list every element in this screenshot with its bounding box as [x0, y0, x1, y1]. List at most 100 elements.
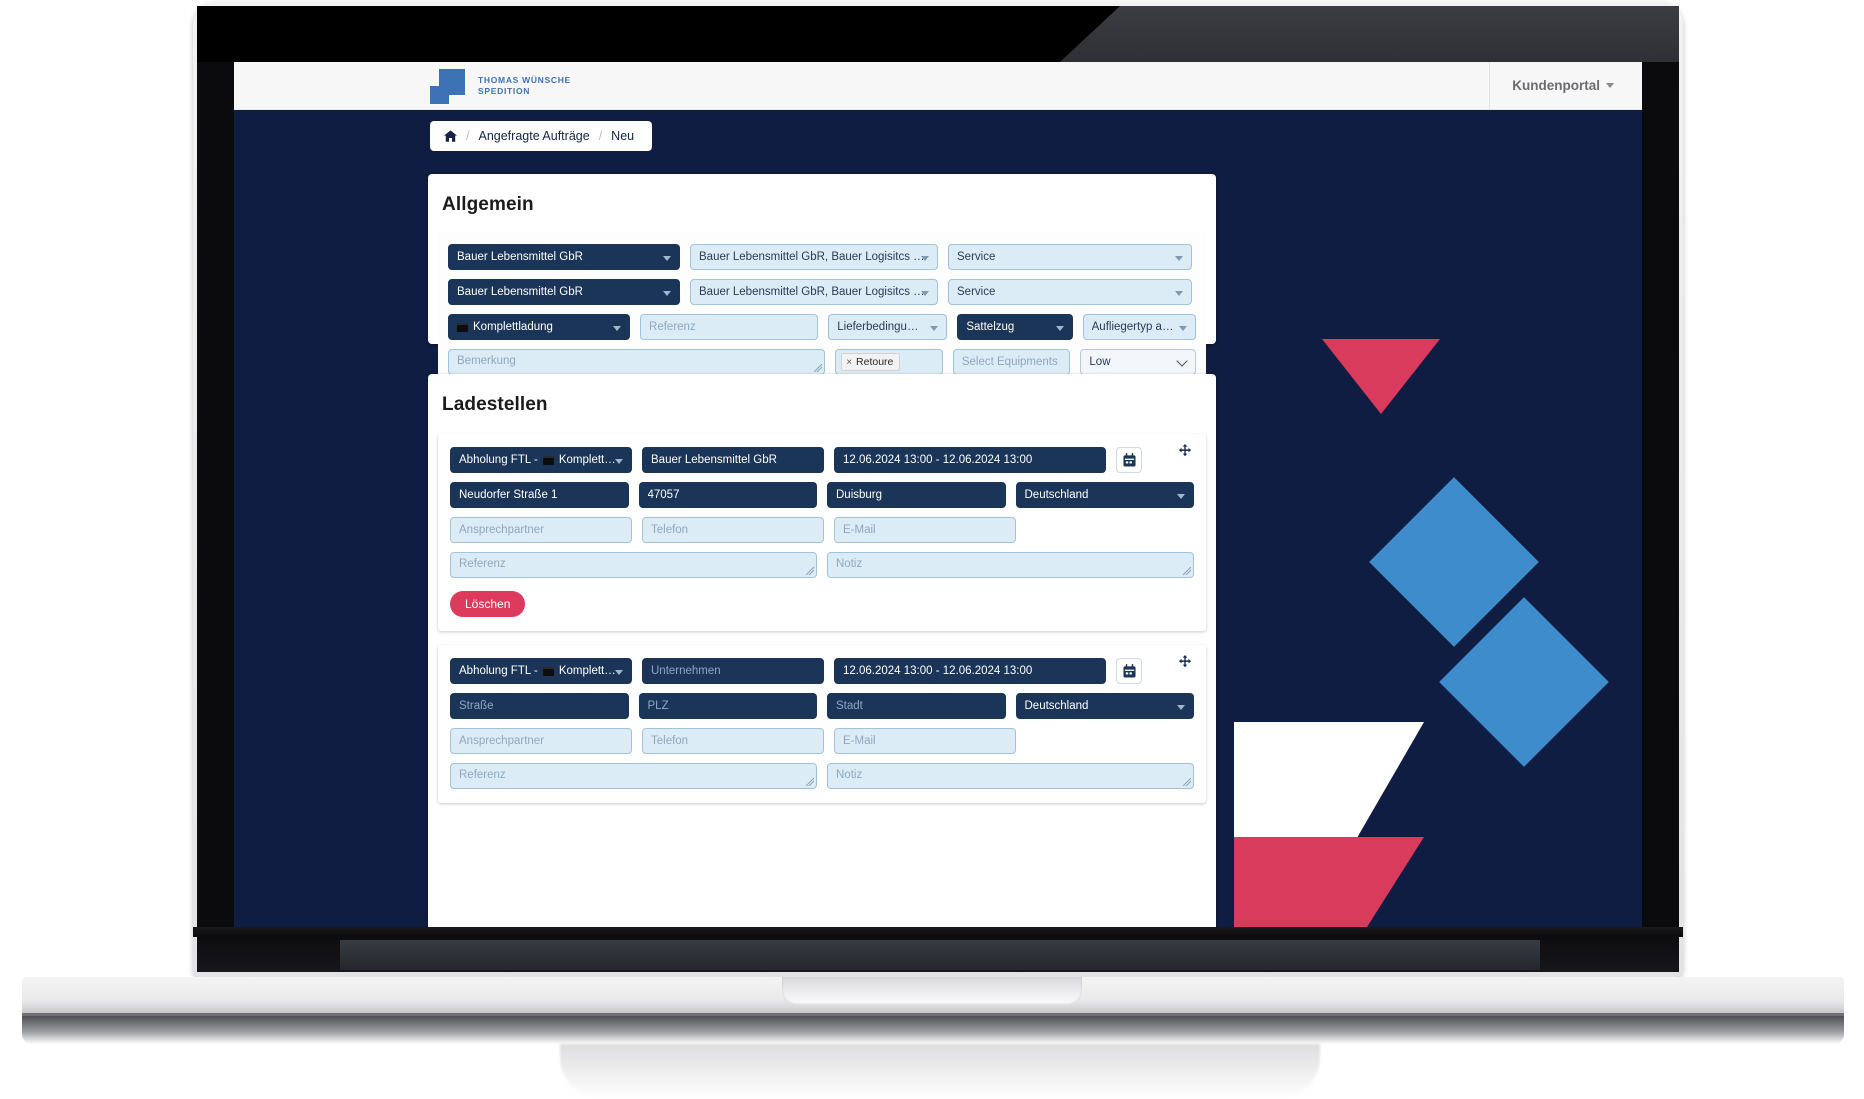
stop-1-country-value: Deutschland	[1024, 489, 1089, 501]
service-select-1-value: Service	[957, 251, 996, 263]
home-icon[interactable]	[444, 130, 457, 142]
stop-2-company-input[interactable]: Unternehmen	[642, 658, 824, 684]
allgemein-row-3: Komplettladung Referenz Lieferbedingu… S…	[448, 314, 1196, 340]
brand-line-2: SPEDITION	[478, 85, 531, 96]
stop-2-row-4: Referenz Notiz	[450, 763, 1194, 789]
stop-1-note-textarea[interactable]: Notiz	[827, 552, 1194, 578]
stop-2-type-select[interactable]: Abholung FTL - Komplett…	[450, 658, 632, 684]
service-select-1[interactable]: Service	[948, 244, 1192, 270]
screen: THOMAS WÜNSCHE SPEDITION Kundenportal /	[234, 62, 1642, 936]
customer-select-2-value: Bauer Lebensmittel GbR	[457, 286, 583, 298]
stop-1-datetime-value: 12.06.2024 13:00 - 12.06.2024 13:00	[843, 454, 1033, 466]
stop-2-row-3: Ansprechpartner Telefon E-Mail	[450, 728, 1194, 754]
allgemein-fields-panel: Bauer Lebensmittel GbR Bauer Lebensmitte…	[438, 232, 1206, 389]
stop-2-country-select[interactable]: Deutschland	[1015, 693, 1194, 719]
portal-menu-wrap: Kundenportal	[1489, 62, 1642, 110]
stop-2-street-placeholder: Straße	[459, 700, 494, 712]
stop-2-country-value: Deutschland	[1024, 700, 1089, 712]
stop-1-zip-value: 47057	[647, 489, 680, 501]
truck-icon	[542, 666, 554, 676]
load-type-select[interactable]: Komplettladung	[448, 314, 631, 340]
stop-1-contact-placeholder: Ansprechpartner	[459, 524, 545, 536]
breadcrumb-item-orders[interactable]: Angefragte Aufträge	[478, 129, 589, 143]
web-page: THOMAS WÜNSCHE SPEDITION Kundenportal /	[234, 62, 1642, 936]
delivery-terms-value: Lieferbedingu…	[837, 321, 919, 333]
customer-select-1[interactable]: Bauer Lebensmittel GbR	[448, 244, 680, 270]
stop-1-calendar-button[interactable]	[1116, 447, 1142, 473]
tag-chip-label: Retoure	[856, 356, 894, 368]
stop-2-email-input[interactable]: E-Mail	[834, 728, 1016, 754]
equipments-input[interactable]: Select Equipments	[952, 349, 1071, 375]
stop-1-email-input[interactable]: E-Mail	[834, 517, 1016, 543]
contacts-select-2[interactable]: Bauer Lebensmittel GbR, Bauer Logisitcs …	[690, 279, 938, 305]
customer-select-2[interactable]: Bauer Lebensmittel GbR	[448, 279, 680, 305]
stop-1-row-3: Ansprechpartner Telefon E-Mail	[450, 517, 1194, 543]
move-handle-icon[interactable]	[1178, 444, 1192, 458]
stop-1-row-1: Abholung FTL - Komplett… Bauer Lebensmit…	[450, 447, 1194, 473]
stop-1-row-4: Referenz Notiz	[450, 552, 1194, 578]
tag-remove-icon[interactable]: ×	[846, 357, 852, 368]
stop-1-street-value: Neudorfer Straße 1	[459, 489, 558, 501]
floor-reflection	[560, 1044, 1320, 1098]
stop-2-datetime-value: 12.06.2024 13:00 - 12.06.2024 13:00	[843, 665, 1033, 677]
stop-2-datetime-input[interactable]: 12.06.2024 13:00 - 12.06.2024 13:00	[834, 658, 1106, 684]
stop-1-contact-input[interactable]: Ansprechpartner	[450, 517, 632, 543]
vehicle-select[interactable]: Sattelzug	[957, 314, 1073, 340]
app-header: THOMAS WÜNSCHE SPEDITION Kundenportal	[234, 62, 1642, 110]
stop-1-datetime-input[interactable]: 12.06.2024 13:00 - 12.06.2024 13:00	[834, 447, 1106, 473]
brand-logo: THOMAS WÜNSCHE SPEDITION	[430, 68, 571, 104]
tags-input[interactable]: × Retoure	[835, 349, 943, 375]
stop-1-city-value: Duisburg	[836, 489, 883, 501]
stop-1-reference-textarea[interactable]: Referenz	[450, 552, 817, 578]
stop-1-actions: Löschen	[450, 591, 1194, 617]
stop-1-phone-input[interactable]: Telefon	[642, 517, 824, 543]
allgemein-row-2: Bauer Lebensmittel GbR Bauer Lebensmitte…	[448, 279, 1196, 305]
reference-input[interactable]: Referenz	[640, 314, 819, 340]
ladestelle-block-1: Abholung FTL - Komplett… Bauer Lebensmit…	[438, 434, 1206, 631]
stop-2-contact-input[interactable]: Ansprechpartner	[450, 728, 632, 754]
vehicle-value: Sattelzug	[966, 321, 1015, 333]
stop-1-country-select[interactable]: Deutschland	[1015, 482, 1194, 508]
stop-2-calendar-button[interactable]	[1116, 658, 1142, 684]
breadcrumb: / Angefragte Aufträge / Neu	[430, 121, 653, 151]
ladestelle-block-2: Abholung FTL - Komplett… Unternehmen 12.…	[438, 645, 1206, 803]
remark-textarea-placeholder: Bemerkung	[457, 355, 516, 367]
priority-select[interactable]: Low	[1080, 349, 1197, 375]
reference-input-placeholder: Referenz	[649, 321, 696, 333]
laptop-notch	[782, 977, 1082, 1005]
stop-2-phone-input[interactable]: Telefon	[642, 728, 824, 754]
stop-1-delete-button[interactable]: Löschen	[450, 591, 526, 617]
stop-2-company-placeholder: Unternehmen	[651, 665, 721, 677]
trailer-type-select[interactable]: Aufliegertyp a…	[1082, 314, 1196, 340]
stop-1-zip-input[interactable]: 47057	[638, 482, 817, 508]
brand-text: THOMAS WÜNSCHE SPEDITION	[478, 75, 571, 96]
customer-select-1-value: Bauer Lebensmittel GbR	[457, 251, 583, 263]
move-handle-icon[interactable]	[1178, 655, 1192, 669]
stop-1-company-value: Bauer Lebensmittel GbR	[651, 454, 777, 466]
stop-2-street-input[interactable]: Straße	[450, 693, 629, 719]
stop-2-zip-placeholder: PLZ	[647, 700, 669, 712]
truck-icon	[457, 322, 468, 332]
stop-1-type-select[interactable]: Abholung FTL - Komplett…	[450, 447, 632, 473]
service-select-2[interactable]: Service	[948, 279, 1192, 305]
stop-2-type-suffix: Komplett…	[558, 665, 616, 677]
contacts-select-1[interactable]: Bauer Lebensmittel GbR, Bauer Logisitcs …	[690, 244, 938, 270]
stop-2-zip-input[interactable]: PLZ	[638, 693, 817, 719]
chevron-down-icon	[1606, 83, 1614, 88]
tag-chip-retoure[interactable]: × Retoure	[841, 353, 901, 371]
stop-2-reference-textarea[interactable]: Referenz	[450, 763, 817, 789]
stop-2-phone-placeholder: Telefon	[651, 735, 689, 747]
calendar-icon	[1122, 664, 1136, 678]
kundenportal-label: Kundenportal	[1512, 78, 1600, 93]
stop-2-city-input[interactable]: Stadt	[827, 693, 1006, 719]
stop-1-city-input[interactable]: Duisburg	[827, 482, 1006, 508]
stop-2-note-textarea[interactable]: Notiz	[827, 763, 1194, 789]
stop-1-company-input[interactable]: Bauer Lebensmittel GbR	[642, 447, 824, 473]
deco-wedge-red	[1234, 837, 1424, 933]
remark-textarea[interactable]: Bemerkung	[448, 349, 826, 375]
delivery-terms-select[interactable]: Lieferbedingu…	[828, 314, 948, 340]
kundenportal-dropdown[interactable]: Kundenportal	[1512, 78, 1614, 93]
stop-2-city-placeholder: Stadt	[836, 700, 863, 712]
breadcrumb-item-new: Neu	[611, 129, 635, 143]
stop-1-street-input[interactable]: Neudorfer Straße 1	[450, 482, 629, 508]
